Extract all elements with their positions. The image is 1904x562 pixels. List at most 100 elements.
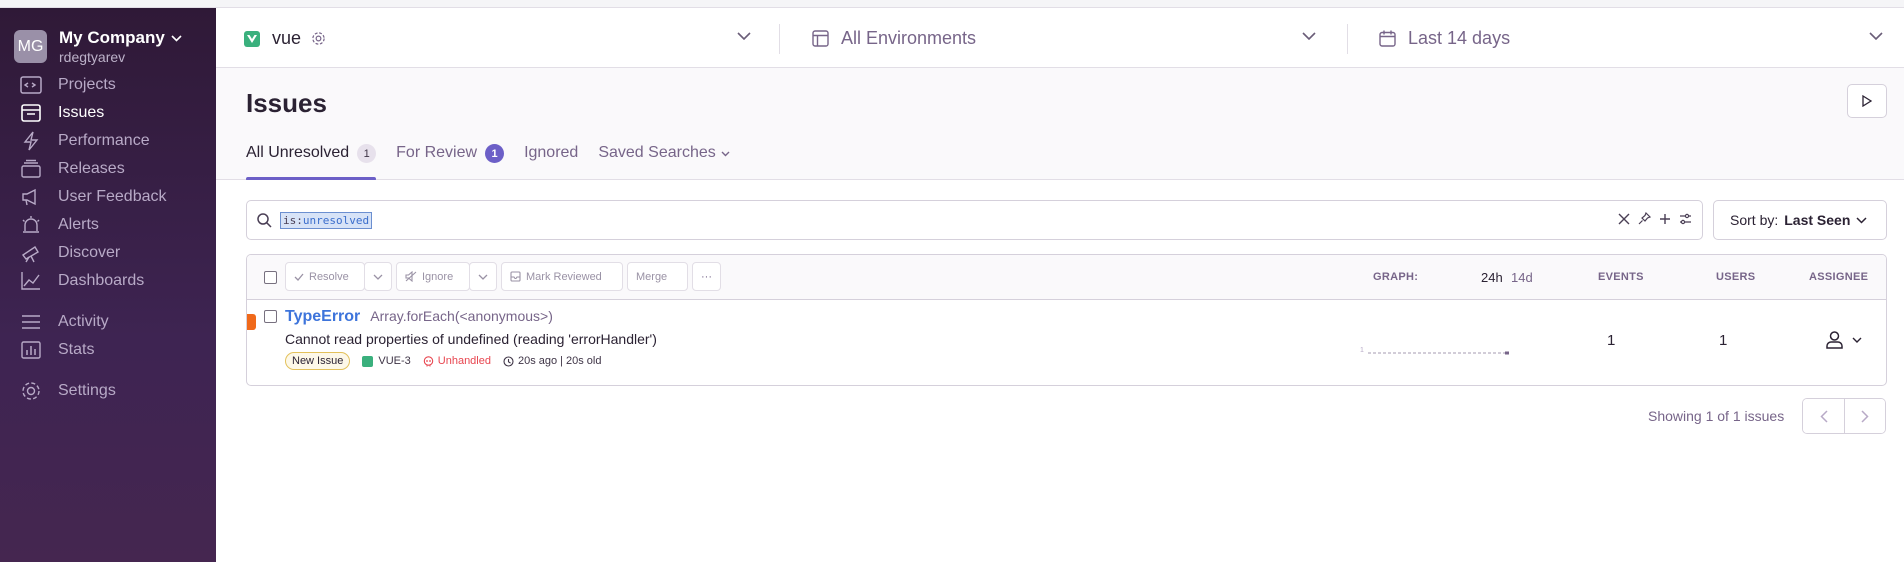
project-selector[interactable]: vue [244,28,326,49]
previous-page-button[interactable] [1803,399,1844,433]
search-query-token[interactable]: is:unresolved [280,211,373,229]
search-token-key: is: [283,213,303,227]
issue-times: 20s ago | 20s old [503,355,601,367]
clear-search-icon[interactable] [1618,213,1630,225]
search-icon [257,212,272,228]
environment-selector[interactable]: All Environments [812,28,976,49]
tab-all-unresolved[interactable]: All Unresolved 1 [246,144,377,181]
window-icon [812,30,829,47]
tab-ignored[interactable]: Ignored [524,144,578,180]
merge-label: Merge [636,270,668,283]
tab-saved-searches[interactable]: Saved Searches [598,144,730,180]
issue-list: Resolve Ignore Mark Reviewed Merge ··· G… [246,254,1887,386]
issue-title-link[interactable]: TypeError [285,308,360,326]
issue-row[interactable]: TypeError Array.forEach(<anonymous>) Can… [247,300,1886,385]
chevron-down-icon[interactable] [1302,32,1316,40]
chevron-down-icon [373,274,383,280]
date-range-label: Last 14 days [1408,28,1511,48]
divider [1347,24,1348,54]
project-name: vue [272,28,302,48]
org-switcher[interactable]: MG My Company rdegtyarev [14,28,182,65]
chevron-down-icon[interactable] [1869,32,1883,40]
sidebar-item-label: Dashboards [58,272,145,289]
more-actions-button[interactable]: ··· [692,262,721,291]
org-avatar: MG [14,30,47,63]
sidebar-item-label: Alerts [58,216,99,233]
chevron-down-icon[interactable] [737,32,751,40]
ignore-options-button[interactable] [469,262,497,291]
resolve-options-button[interactable] [364,262,392,291]
sidebar-item-dashboards[interactable]: Dashboards [0,266,216,296]
sort-label: Sort by: [1730,212,1779,228]
user-icon [1826,331,1843,349]
inbox-icon [510,271,521,282]
pagination-caption: Showing 1 of 1 issues [1648,408,1785,424]
issue-tabs: All Unresolved 1 For Review 1 Ignored Sa… [246,144,750,181]
sidebar-item-issues[interactable]: Issues [0,98,216,128]
sidebar-item-performance[interactable]: Performance [0,126,216,156]
mark-reviewed-label: Mark Reviewed [526,270,602,283]
sidebar-item-user-feedback[interactable]: User Feedback [0,182,216,212]
issues-content: is:unresolved Sort by: Last Seen Resolve [216,180,1904,562]
sort-dropdown[interactable]: Sort by: Last Seen [1713,200,1887,240]
sidebar-item-settings[interactable]: Settings [0,376,216,406]
project-settings-gear-icon[interactable] [311,31,326,46]
issue-message: Cannot read properties of undefined (rea… [285,331,657,347]
issue-checkbox[interactable] [264,310,277,323]
sidebar-item-discover[interactable]: Discover [0,238,216,268]
tab-for-review[interactable]: For Review 1 [396,144,505,180]
assignee-column-header: ASSIGNEE [1809,271,1869,283]
select-all-checkbox[interactable] [264,271,277,284]
short-id-label: VUE-3 [378,355,411,367]
clock-icon [503,355,514,367]
merge-button[interactable]: Merge [627,262,688,291]
assignee-selector[interactable] [1825,330,1862,349]
projects-icon [20,74,42,96]
ignore-button[interactable]: Ignore [396,262,470,291]
environment-label: All Environments [841,28,977,48]
sidebar: MG My Company rdegtyarev Projects Issues… [0,8,216,562]
chevron-down-icon [1852,337,1862,343]
events-column-header: EVENTS [1598,271,1644,283]
date-range-selector[interactable]: Last 14 days [1379,28,1510,49]
issue-events-count: 1 [1607,332,1616,349]
issue-trend-sparkline: 1 [1360,347,1509,355]
list-icon [20,311,42,333]
realtime-toggle-button[interactable] [1847,84,1887,118]
search-token-value: unresolved [302,213,370,227]
vue-platform-icon [244,30,260,47]
search-bar[interactable]: is:unresolved [246,200,1703,240]
chevron-down-icon [1856,216,1867,224]
ellipsis-icon: ··· [701,270,712,283]
tab-count-badge: 1 [485,144,505,163]
sidebar-item-label: Discover [58,244,121,261]
sidebar-item-label: Settings [58,382,116,399]
add-saved-search-icon[interactable] [1659,213,1671,225]
sidebar-item-projects[interactable]: Projects [0,70,216,100]
resolve-button[interactable]: Resolve [285,262,365,291]
resolve-label: Resolve [309,270,349,283]
issue-users-count: 1 [1719,332,1728,349]
tab-label: Saved Searches [598,144,716,161]
issues-icon [20,102,42,124]
sidebar-item-releases[interactable]: Releases [0,154,216,184]
issue-short-id[interactable]: VUE-3 [362,355,411,367]
period-24h-toggle[interactable]: 24h [1481,270,1503,285]
last-seen: 20s ago [517,355,558,367]
graph-icon [20,270,42,292]
calendar-icon [1379,30,1396,47]
sidebar-item-stats[interactable]: Stats [0,335,216,365]
skull-icon [423,355,434,366]
sidebar-item-activity[interactable]: Activity [0,307,216,337]
period-14d-toggle[interactable]: 14d [1511,270,1533,285]
unhandled-tag: Unhandled [423,355,491,367]
sparkline-bar [1505,351,1509,355]
mark-reviewed-button[interactable]: Mark Reviewed [501,262,623,291]
org-name: My Company [59,28,165,47]
next-page-button[interactable] [1844,399,1885,433]
sidebar-item-alerts[interactable]: Alerts [0,210,216,240]
search-options-icon[interactable] [1679,213,1692,225]
pin-search-icon[interactable] [1638,212,1651,225]
chevron-left-icon [1819,409,1828,423]
siren-icon [20,214,42,236]
